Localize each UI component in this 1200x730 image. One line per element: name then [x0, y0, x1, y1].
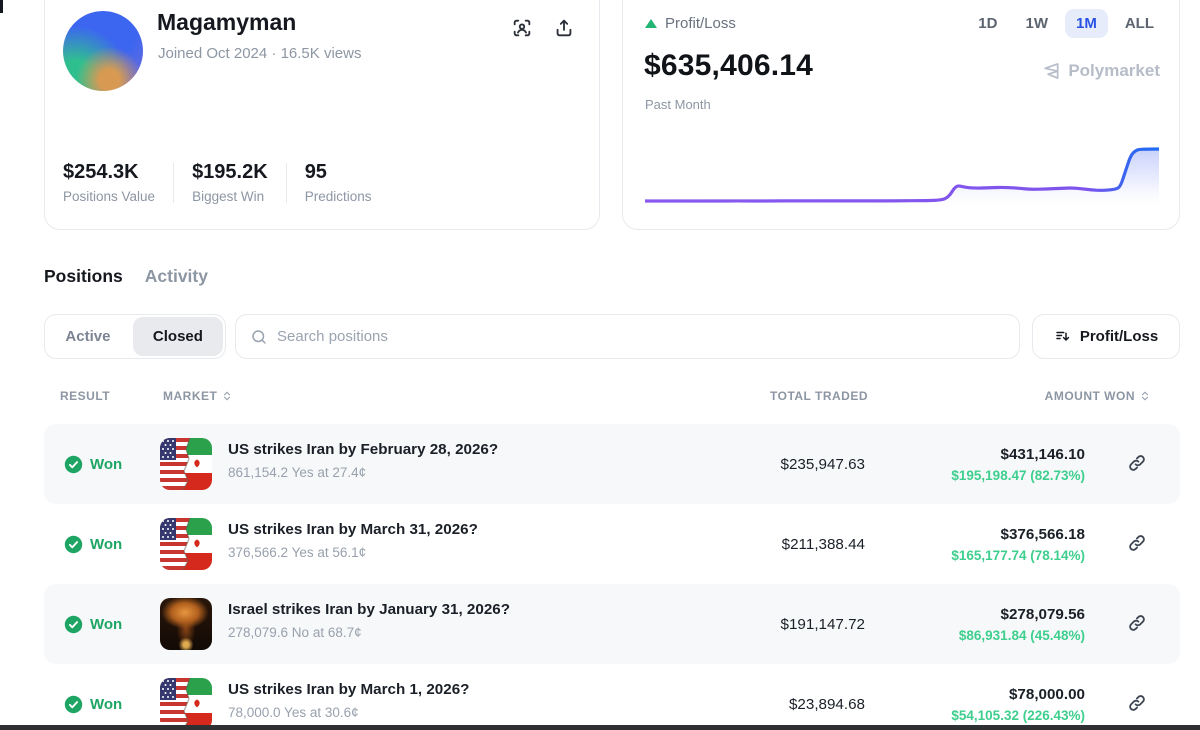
stat-predictions: 95 Predictions	[305, 161, 372, 204]
market-image-night-explosion	[160, 598, 212, 650]
range-1d[interactable]: 1D	[967, 9, 1008, 38]
check-icon	[64, 695, 83, 714]
window-bottom-edge	[0, 725, 1200, 730]
range-all[interactable]: ALL	[1114, 9, 1165, 38]
profit-detail: $86,931.84 (45.48%)	[959, 628, 1085, 643]
profile-page: Magamyman Joined Oct 2024 · 16.5K views …	[0, 0, 1200, 730]
window-edge-mark	[0, 0, 3, 13]
polymarket-watermark: Polymarket	[1041, 61, 1160, 81]
link-icon[interactable]	[1126, 532, 1150, 556]
stat-biggest-win: $195.2K Biggest Win	[192, 161, 268, 204]
profit-detail: $54,105.32 (226.43%)	[951, 708, 1085, 723]
filter-closed[interactable]: Closed	[133, 317, 223, 356]
market-image-us-iran-flags	[160, 438, 212, 490]
market-image-us-iran-flags	[160, 678, 212, 730]
search-icon	[250, 328, 268, 346]
result-badge: Won	[64, 584, 122, 664]
market-title[interactable]: US strikes Iran by March 31, 2026?	[228, 521, 478, 538]
search-positions-box[interactable]	[235, 314, 1020, 359]
link-icon[interactable]	[1126, 692, 1150, 716]
scan-profile-icon[interactable]	[511, 17, 533, 39]
share-icon[interactable]	[553, 17, 575, 39]
avatar[interactable]	[63, 11, 143, 91]
check-icon	[64, 615, 83, 634]
result-badge: Won	[64, 504, 122, 584]
total-traded-value: $23,894.68	[644, 664, 865, 730]
amount-won-value: $376,566.18	[1001, 526, 1085, 543]
total-traded-value: $191,147.72	[644, 584, 865, 664]
table-header: RESULT MARKET TOTAL TRADED AMOUNT WON	[44, 389, 1180, 409]
market-title[interactable]: Israel strikes Iran by January 31, 2026?	[228, 601, 510, 618]
amount-won-value: $278,079.56	[1001, 606, 1085, 623]
market-title[interactable]: US strikes Iran by February 28, 2026?	[228, 441, 498, 458]
range-1m[interactable]: 1M	[1065, 9, 1108, 38]
amount-won-value: $78,000.00	[1009, 686, 1085, 703]
stat-positions-value: $254.3K Positions Value	[63, 161, 155, 204]
pnl-amount: $635,406.14	[644, 49, 813, 83]
profile-meta: Joined Oct 2024 · 16.5K views	[158, 45, 361, 62]
link-icon[interactable]	[1126, 452, 1150, 476]
market-title[interactable]: US strikes Iran by March 1, 2026?	[228, 681, 469, 698]
sort-updown-icon	[1139, 390, 1151, 402]
divider	[173, 163, 174, 203]
total-traded-value: $235,947.63	[644, 424, 865, 504]
table-row[interactable]: Won Israel strikes Iran by January 31, 2…	[44, 584, 1180, 664]
pnl-card: Profit/Loss 1D 1W 1M ALL $635,406.14 Pol…	[622, 0, 1180, 230]
sort-icon	[1054, 328, 1072, 346]
tab-activity[interactable]: Activity	[145, 266, 208, 287]
polymarket-logo-icon	[1041, 61, 1061, 81]
tab-positions[interactable]: Positions	[44, 266, 123, 287]
pnl-label: Profit/Loss	[645, 15, 736, 32]
col-amount-won[interactable]: AMOUNT WON	[904, 389, 1151, 403]
market-detail: 861,154.2 Yes at 27.4¢	[228, 465, 498, 480]
col-result: RESULT	[60, 389, 110, 403]
status-filter: Active Closed	[44, 314, 226, 359]
profile-card: Magamyman Joined Oct 2024 · 16.5K views …	[44, 0, 600, 230]
market-detail: 78,000.0 Yes at 30.6¢	[228, 705, 469, 720]
search-input[interactable]	[277, 328, 1005, 345]
amount-won-value: $431,146.10	[1001, 446, 1085, 463]
result-badge: Won	[64, 424, 122, 504]
divider	[286, 163, 287, 203]
result-badge: Won	[64, 664, 122, 730]
check-icon	[64, 535, 83, 554]
market-image-us-iran-flags	[160, 518, 212, 570]
pnl-period: Past Month	[645, 97, 711, 112]
filter-active[interactable]: Active	[45, 315, 131, 358]
total-traded-value: $211,388.44	[644, 504, 865, 584]
link-icon[interactable]	[1126, 612, 1150, 636]
username: Magamyman	[157, 9, 296, 36]
table-row[interactable]: Won US strikes Ir	[44, 664, 1180, 730]
check-icon	[64, 455, 83, 474]
market-detail: 376,566.2 Yes at 56.1¢	[228, 545, 478, 560]
positions-table: Won US strikes Ir	[44, 424, 1180, 730]
table-row[interactable]: Won US strikes Ir	[44, 424, 1180, 504]
market-detail: 278,079.6 No at 68.7¢	[228, 625, 510, 640]
col-total-traded: TOTAL TRADED	[644, 389, 868, 403]
col-market[interactable]: MARKET	[163, 389, 233, 403]
arrow-up-icon	[645, 19, 657, 28]
table-row[interactable]: Won US strikes Ir	[44, 504, 1180, 584]
profit-detail: $165,177.74 (78.14%)	[951, 548, 1085, 563]
profit-detail: $195,198.47 (82.73%)	[951, 468, 1085, 483]
section-tabs: Positions Activity	[44, 266, 208, 287]
profile-stats: $254.3K Positions Value $195.2K Biggest …	[63, 161, 371, 204]
range-1w[interactable]: 1W	[1014, 9, 1059, 38]
range-selector: 1D 1W 1M ALL	[967, 9, 1165, 38]
sort-updown-icon	[221, 390, 233, 402]
pnl-chart	[645, 127, 1159, 211]
sort-profit-loss-button[interactable]: Profit/Loss	[1032, 314, 1180, 359]
